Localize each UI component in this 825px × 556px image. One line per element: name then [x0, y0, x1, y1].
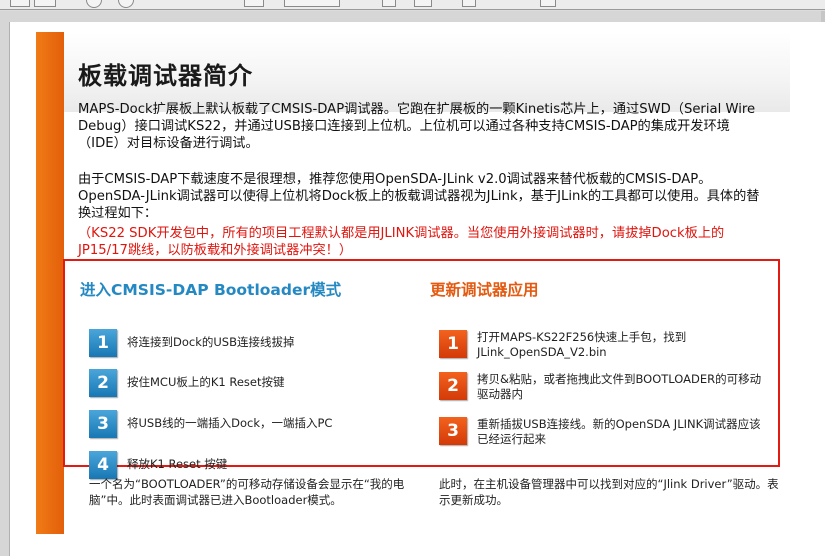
bootloader-section-title: 进入CMSIS-DAP Bootloader模式	[80, 281, 342, 299]
step-text: 将USB线的一端插入Dock，一端插入PC	[127, 416, 333, 430]
hand-tool-icon[interactable]	[414, 0, 432, 7]
print-icon[interactable]	[34, 0, 56, 7]
step-text: 按住MCU板上的K1 Reset按键	[127, 375, 285, 389]
intro-paragraph: MAPS-Dock扩展板上默认板载了CMSIS-DAP调试器。它跑在扩展板的一颗…	[78, 102, 756, 151]
left-step-1: 1 将连接到Dock的USB连接线拔掉	[89, 329, 294, 357]
orange-side-bar	[36, 32, 64, 534]
page-number-input[interactable]	[284, 0, 340, 7]
step-text: 拷贝&粘贴，或者拖拽此文件到BOOTLOADER的可移动驱动器内	[477, 372, 762, 401]
recommendation-paragraph: 由于CMSIS-DAP下载速度不是很理想，推荐您使用OpenSDA-JLink …	[78, 172, 760, 221]
select-tool-icon[interactable]	[382, 0, 396, 7]
step-text: 打开MAPS-KS22F256快速上手包，找到JLink_OpenSDA_V2.…	[477, 330, 687, 359]
next-page-icon[interactable]	[118, 0, 134, 8]
step-number-badge: 3	[89, 410, 117, 438]
step-number-badge: 4	[89, 451, 117, 479]
save-icon[interactable]	[10, 0, 30, 7]
warning-note: （KS22 SDK开发包中，所有的项目工程默认都是用JLINK调试器。当您使用外…	[78, 226, 725, 258]
undo-icon[interactable]	[462, 0, 476, 7]
left-step-2: 2 按住MCU板上的K1 Reset按键	[89, 369, 285, 397]
step-number-badge: 1	[439, 330, 467, 358]
page-field-icon[interactable]	[244, 0, 264, 7]
right-step-2: 2 拷贝&粘贴，或者拖拽此文件到BOOTLOADER的可移动驱动器内	[439, 372, 767, 402]
bootloader-result-note: 一个名为“BOOTLOADER”的可移动存储设备会显示在“我的电脑”中。此时表面…	[89, 477, 405, 507]
page-title: 板载调试器简介	[78, 62, 253, 90]
viewer-toolbar	[0, 0, 825, 10]
update-section-title: 更新调试器应用	[430, 281, 539, 299]
right-step-3: 3 重新插拔USB连接线。新的OpenSDA JLINK调试器应该已经运行起来	[439, 417, 767, 447]
step-text: 重新插拔USB连接线。新的OpenSDA JLINK调试器应该已经运行起来	[477, 417, 761, 446]
prev-page-icon[interactable]	[86, 0, 102, 8]
step-number-badge: 2	[89, 369, 117, 397]
right-step-1: 1 打开MAPS-KS22F256快速上手包，找到JLink_OpenSDA_V…	[439, 330, 757, 360]
step-number-badge: 3	[439, 417, 467, 445]
step-number-badge: 2	[439, 372, 467, 400]
left-step-4: 4 释放K1 Reset 按键	[89, 451, 227, 479]
update-result-note: 此时，在主机设备管理器中可以找到对应的“Jlink Driver”驱动。表示更新…	[439, 477, 779, 507]
left-step-3: 3 将USB线的一端插入Dock，一端插入PC	[89, 410, 332, 438]
step-text: 将连接到Dock的USB连接线拔掉	[127, 335, 295, 349]
step-text: 释放K1 Reset 按键	[127, 457, 228, 471]
step-number-badge: 1	[89, 329, 117, 357]
search-icon[interactable]	[540, 0, 556, 7]
